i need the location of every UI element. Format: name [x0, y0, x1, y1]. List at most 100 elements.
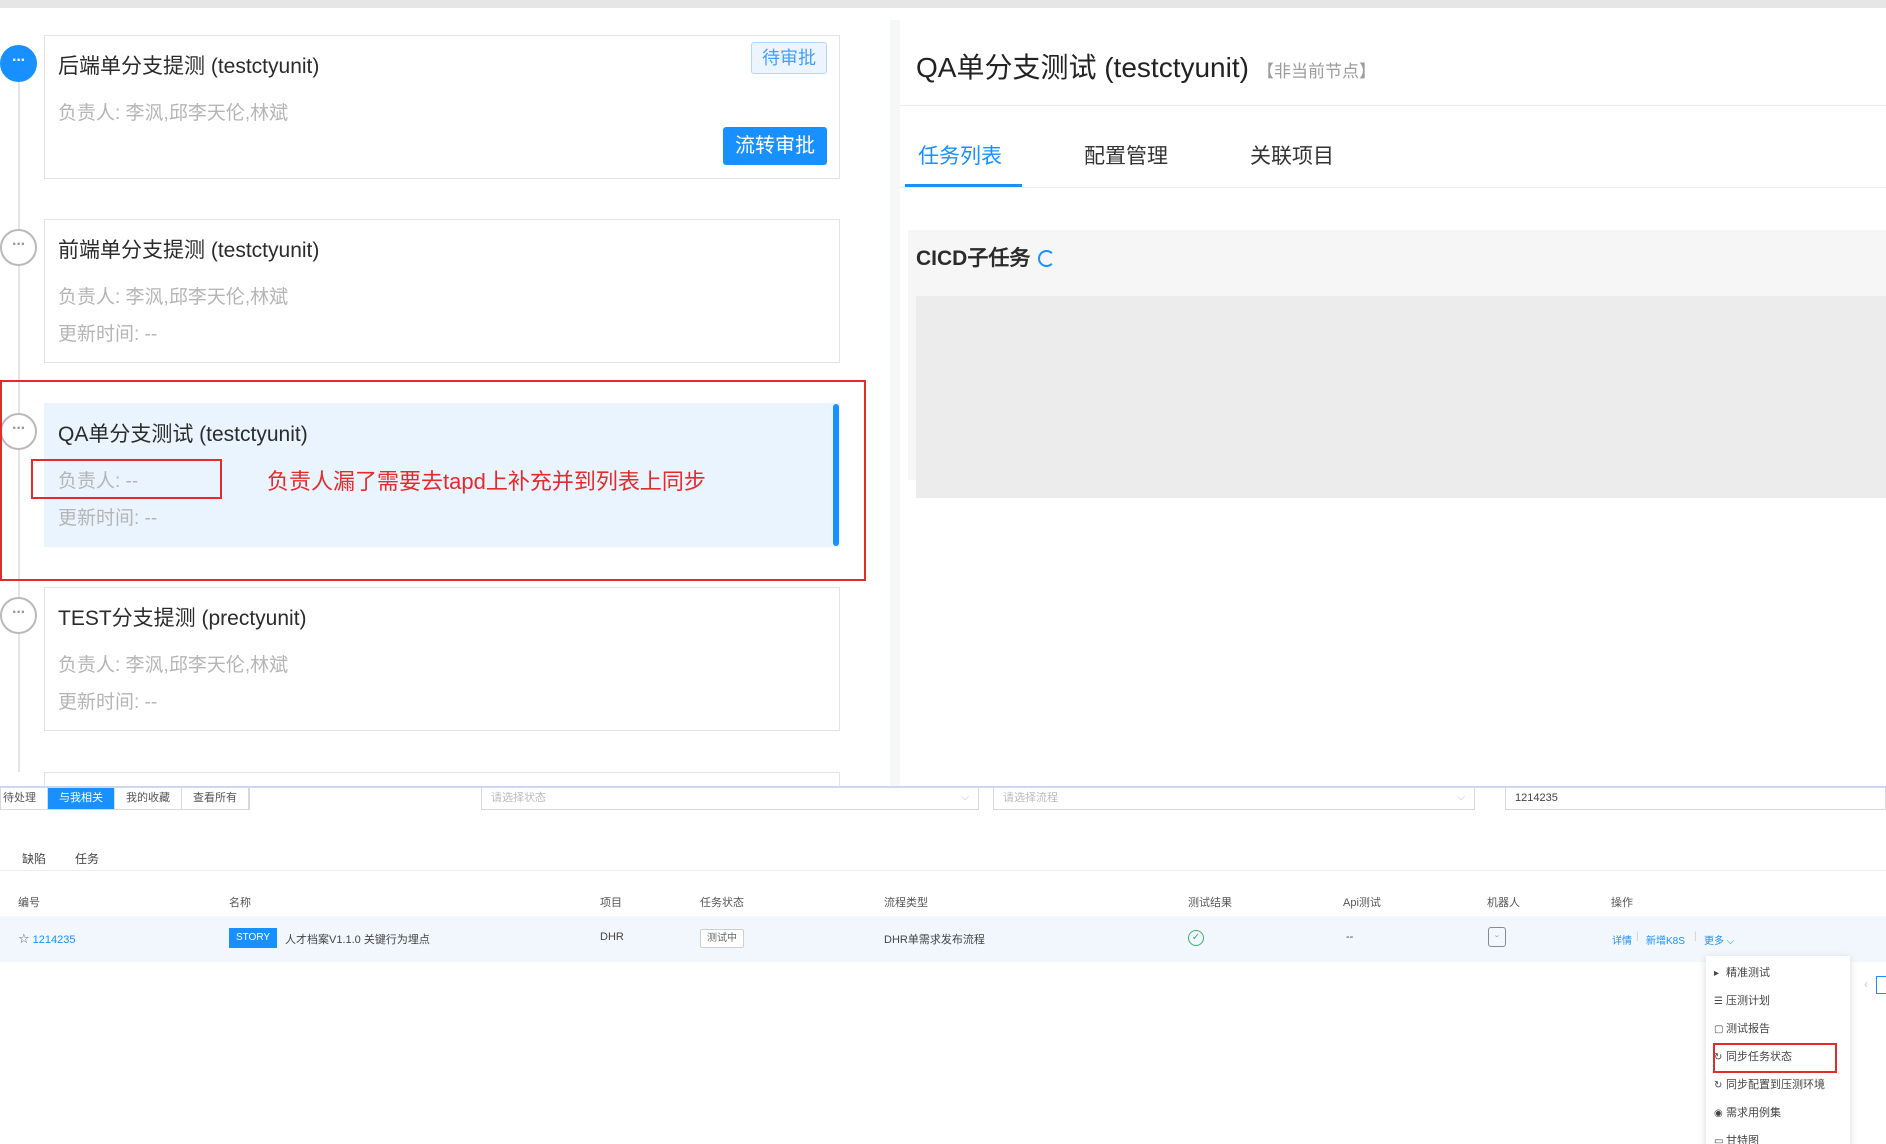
- column-header-flow-type: 流程类型: [884, 897, 928, 909]
- task-id-search-input[interactable]: 1214235: [1505, 788, 1886, 810]
- menu-item-label: 压测计划: [1726, 995, 1770, 1007]
- menu-item-label: 精准测试: [1726, 967, 1770, 979]
- node-updated-time: 更新时间: --: [58, 692, 158, 713]
- story-type-badge: STORY: [229, 928, 277, 948]
- task-id-link[interactable]: ☆ 1214235: [18, 931, 75, 947]
- task-project: DHR: [600, 931, 624, 943]
- segment-view-all[interactable]: 查看所有: [182, 788, 249, 809]
- tab-config-management[interactable]: 配置管理: [1084, 140, 1168, 170]
- node-status-icon: ···: [0, 229, 37, 266]
- chevron-down-icon: ⌵: [1726, 936, 1735, 947]
- refresh-icon[interactable]: [1038, 250, 1056, 267]
- menu-item-load-test-plan[interactable]: ☰ 压测计划: [1714, 992, 1770, 1008]
- menu-item-label: 同步配置到压测环境: [1726, 1079, 1825, 1091]
- status-select-placeholder: 请选择状态: [491, 792, 546, 804]
- document-icon: ▢: [1714, 1024, 1724, 1035]
- task-name: 人才档案V1.1.0 关键行为埋点: [285, 934, 430, 946]
- node-title: TEST分支提测 (prectyunit): [58, 607, 307, 630]
- detail-panel-inner: QA单分支测试 (testctyunit) 【非当前节点】 任务列表 配置管理 关…: [900, 20, 1886, 786]
- node-title: 后端单分支提测 (testctyunit): [58, 55, 320, 78]
- column-header-robot: 机器人: [1487, 897, 1520, 909]
- pending-approval-badge: 待审批: [751, 42, 827, 74]
- annotation-menu-highlight: [1713, 1043, 1837, 1073]
- node-status-icon: ···: [0, 45, 37, 82]
- cicd-title-text: CICD子任务: [916, 247, 1031, 270]
- tab-related-projects[interactable]: 关联项目: [1250, 140, 1334, 170]
- top-strip: [0, 0, 1886, 8]
- detail-link[interactable]: 详情: [1612, 932, 1632, 947]
- task-api-test: --: [1346, 931, 1354, 943]
- divider: [900, 105, 1886, 106]
- task-id-text: 1214235: [32, 934, 76, 946]
- detail-title-text: QA单分支测试 (testctyunit): [916, 52, 1249, 83]
- check-circle-icon: ✓: [1188, 930, 1204, 946]
- workflow-node-card[interactable]: [44, 772, 840, 786]
- annotation-text: 负责人漏了需要去tapd上补充并到列表上同步: [267, 469, 706, 494]
- status-select[interactable]: 请选择状态 ⌵: [481, 788, 979, 810]
- column-header-task-status: 任务状态: [700, 897, 744, 909]
- menu-item-label: 甘特图: [1726, 1135, 1759, 1144]
- screenshot-root: ··· 后端单分支提测 (testctyunit) 负责人: 李沨,邱李天伦,林…: [0, 0, 1886, 1144]
- tab-task-list[interactable]: 任务列表: [918, 140, 1002, 170]
- menu-item-sync-config[interactable]: ↻ 同步配置到压测环境: [1714, 1076, 1825, 1092]
- column-header-project: 项目: [600, 897, 622, 909]
- subtab-tasks[interactable]: 任务: [75, 850, 99, 867]
- workflow-node-card[interactable]: 前端单分支提测 (testctyunit) 负责人: 李沨,邱李天伦,林斌 更新…: [44, 219, 840, 363]
- column-header-api-test: Api测试: [1343, 897, 1381, 909]
- detail-title: QA单分支测试 (testctyunit) 【非当前节点】: [916, 46, 1376, 86]
- subtab-defects[interactable]: 缺陷: [22, 850, 46, 867]
- node-status-icon: ···: [0, 597, 37, 634]
- star-icon[interactable]: ☆: [18, 931, 30, 946]
- workflow-node-card[interactable]: 后端单分支提测 (testctyunit) 负责人: 李沨,邱李天伦,林斌 待审…: [44, 35, 840, 179]
- divider: [900, 187, 1886, 188]
- more-label: 更多: [1704, 936, 1724, 947]
- node-owner: 负责人: 李沨,邱李天伦,林斌: [58, 103, 289, 124]
- cicd-subtask-content: [916, 296, 1886, 498]
- pagination-stub[interactable]: [1876, 976, 1886, 994]
- eye-icon: ◉: [1714, 1108, 1723, 1119]
- column-header-test-result: 测试结果: [1188, 897, 1232, 909]
- detail-panel: QA单分支测试 (testctyunit) 【非当前节点】 任务列表 配置管理 关…: [890, 20, 1886, 786]
- scope-segmented-control: 待处理 与我相关 我的收藏 查看所有: [0, 788, 250, 810]
- segment-my-favorites[interactable]: 我的收藏: [115, 788, 182, 809]
- menu-item-requirement-cases[interactable]: ◉ 需求用例集: [1714, 1104, 1781, 1120]
- segment-pending[interactable]: 待处理: [1, 788, 48, 809]
- robot-icon[interactable]: ᵕ: [1488, 927, 1506, 947]
- chevron-down-icon: ⌵: [961, 792, 969, 803]
- column-header-id: 编号: [18, 897, 40, 909]
- workflow-node-card[interactable]: TEST分支提测 (prectyunit) 负责人: 李沨,邱李天伦,林斌 更新…: [44, 587, 840, 731]
- sync-icon: ↻: [1714, 1080, 1723, 1091]
- flow-select-placeholder: 请选择流程: [1003, 792, 1058, 804]
- task-id-search-value: 1214235: [1515, 792, 1558, 804]
- flow-select[interactable]: 请选择流程 ⌵: [993, 788, 1475, 810]
- divider: |: [1636, 931, 1639, 942]
- play-icon: ▸: [1714, 968, 1720, 979]
- detail-node-tag: 【非当前节点】: [1256, 62, 1376, 81]
- transfer-approval-button[interactable]: 流转审批: [723, 127, 827, 165]
- list-icon: ☰: [1714, 996, 1723, 1007]
- node-owner: 负责人: 李沨,邱李天伦,林斌: [58, 287, 289, 308]
- add-k8s-link[interactable]: 新增K8S: [1646, 932, 1685, 947]
- divider: |: [1694, 931, 1697, 942]
- menu-item-label: 测试报告: [1726, 1023, 1770, 1035]
- divider: [0, 870, 1886, 871]
- chart-icon: ▭: [1714, 1136, 1724, 1144]
- task-status-tag: 测试中: [700, 929, 744, 948]
- node-owner: 负责人: 李沨,邱李天伦,林斌: [58, 655, 289, 676]
- node-title: 前端单分支提测 (testctyunit): [58, 239, 320, 262]
- menu-item-label: 需求用例集: [1726, 1107, 1781, 1119]
- workflow-detail-view: ··· 后端单分支提测 (testctyunit) 负责人: 李沨,邱李天伦,林…: [0, 0, 1886, 786]
- chevron-down-icon: ⌵: [1457, 792, 1465, 803]
- task-list-view: 待处理 与我相关 我的收藏 查看所有 请选择状态 ⌵ 请选择流程 ⌵ 12142…: [0, 786, 1886, 1144]
- menu-item-gantt-chart[interactable]: ▭ 甘特图: [1714, 1132, 1759, 1144]
- segment-related-to-me[interactable]: 与我相关: [48, 788, 115, 809]
- menu-item-precision-test[interactable]: ▸ 精准测试: [1714, 964, 1770, 980]
- task-flow-type: DHR单需求发布流程: [884, 934, 985, 946]
- column-header-name: 名称: [229, 897, 251, 909]
- annotation-owner-box: [31, 459, 222, 499]
- more-dropdown[interactable]: 更多 ⌵: [1704, 932, 1734, 947]
- menu-item-test-report[interactable]: ▢ 测试报告: [1714, 1020, 1770, 1036]
- column-header-actions: 操作: [1611, 897, 1633, 909]
- cicd-subtask-title: CICD子任务: [916, 242, 1056, 272]
- chevron-left-icon[interactable]: ‹: [1864, 977, 1868, 991]
